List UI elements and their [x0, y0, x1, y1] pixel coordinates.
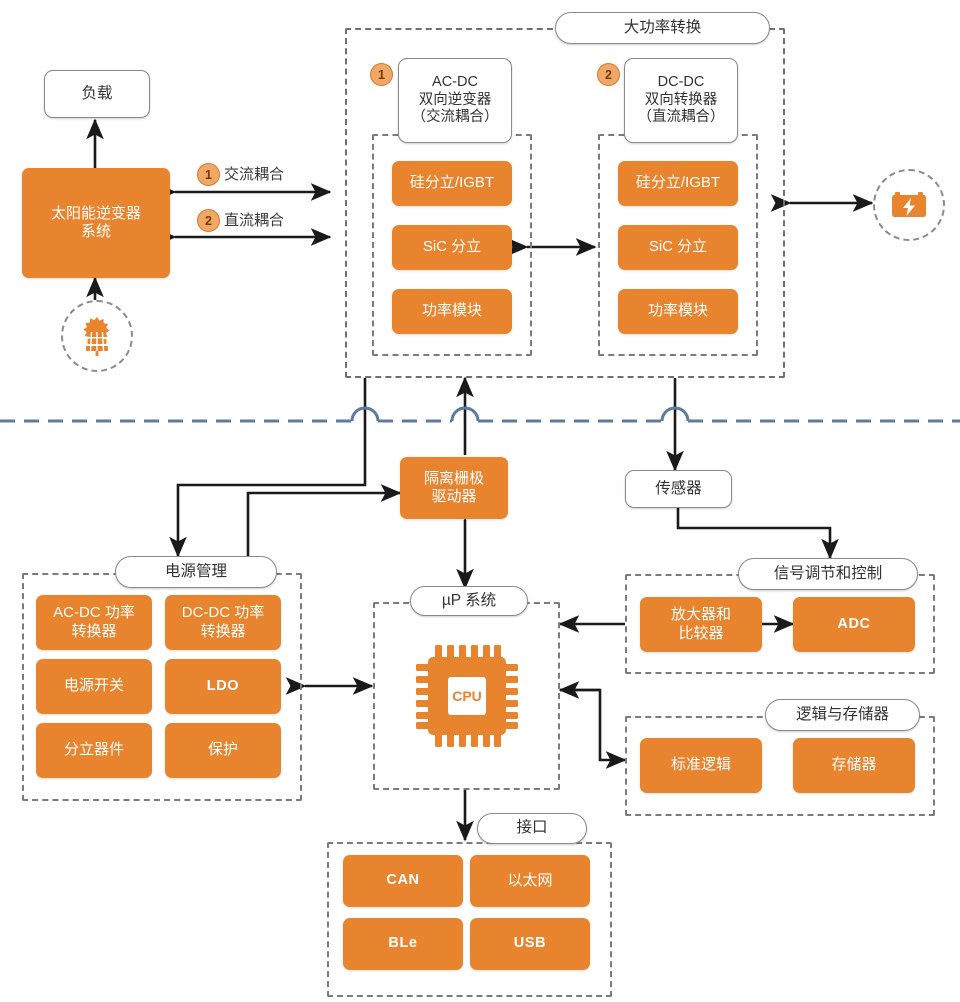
if-item-1: 以太网 — [470, 855, 590, 907]
logic-memory-caption-text: 逻辑与存储器 — [795, 705, 889, 723]
sc-item-0-l2: 比较器 — [678, 624, 724, 642]
coupling-badge-2-num: 2 — [205, 213, 212, 228]
acdc-head-2: 双向逆变器 — [418, 91, 492, 108]
hp-badge-2: 2 — [597, 63, 620, 86]
pm-item-4-l1: 分立器件 — [63, 741, 124, 759]
hp-badge-1: 1 — [370, 63, 393, 86]
gate-driver-line2: 驱动器 — [431, 488, 477, 505]
coupling-badge-1-num: 1 — [205, 167, 212, 182]
dcdc-item-0: 硅分立/IGBT — [618, 161, 738, 206]
pm-item-5-l1: 保护 — [207, 741, 238, 759]
dcdc-head-2: 双向转换器 — [644, 91, 718, 108]
pm-item-5: 保护 — [165, 723, 281, 778]
sc-item-1-l1: ADC — [837, 615, 871, 632]
diagram-canvas: 负载 太阳能逆变器 系统 1 交流耦合 2 直流耦合 大功率转换 1 AC-DC… — [0, 0, 960, 1002]
pm-item-1-l2: 转换器 — [200, 622, 246, 640]
load-label: 负载 — [81, 84, 113, 102]
if-item-2: BLe — [343, 918, 463, 970]
acdc-item-2-label: 功率模块 — [421, 302, 482, 320]
mcu-caption-text: µP 系统 — [441, 591, 497, 609]
pm-item-3-l1: LDO — [206, 677, 240, 694]
cpu-icon-wrap: CPU — [412, 636, 522, 756]
interface-caption-text: 接口 — [516, 819, 548, 837]
acdc-item-0-label: 硅分立/IGBT — [409, 174, 495, 192]
acdc-item-0: 硅分立/IGBT — [392, 161, 512, 206]
battery-icon-ring — [873, 169, 945, 241]
pm-item-0: AC-DC 功率 转换器 — [36, 595, 152, 650]
acdc-item-1: SiC 分立 — [392, 225, 512, 270]
signal-chain-caption: 信号调节和控制 — [738, 558, 918, 590]
acdc-item-2: 功率模块 — [392, 289, 512, 334]
high-power-conversion-caption: 大功率转换 — [555, 12, 770, 44]
sc-item-0: 放大器和 比较器 — [640, 597, 762, 652]
load-box: 负载 — [44, 70, 150, 118]
dcdc-item-0-label: 硅分立/IGBT — [635, 174, 721, 192]
dcdc-head-3: （直流耦合） — [637, 109, 725, 126]
solar-panel-icon — [83, 317, 110, 356]
gate-driver-line1: 隔离栅极 — [423, 469, 484, 487]
ac-coupling-label: 交流耦合 — [224, 166, 285, 183]
if-item-3: USB — [470, 918, 590, 970]
if-item-2-l1: BLe — [388, 935, 418, 952]
sc-item-0-l1: 放大器和 — [670, 606, 731, 624]
pm-item-0-l2: 转换器 — [71, 622, 117, 640]
acdc-head-3: （交流耦合） — [411, 109, 499, 126]
solar-panel-icon-ring — [61, 300, 133, 372]
if-item-0: CAN — [343, 855, 463, 907]
dcdc-item-2-label: 功率模块 — [647, 302, 708, 320]
coupling-badge-2: 2 — [197, 209, 220, 232]
sensor-label: 传感器 — [655, 479, 702, 497]
acdc-header-box: AC-DC 双向逆变器 （交流耦合） — [398, 58, 512, 143]
pm-item-2: 电源开关 — [36, 659, 152, 714]
acdc-head-1: AC-DC — [432, 73, 478, 90]
pm-item-0-l1: AC-DC 功率 — [53, 604, 135, 622]
logic-memory-caption: 逻辑与存储器 — [765, 699, 920, 731]
cpu-chip-icon: CPU — [416, 645, 518, 747]
sc-item-1: ADC — [793, 597, 915, 652]
solar-inverter-line2: 系统 — [80, 223, 111, 240]
dcdc-item-1-label: SiC 分立 — [648, 238, 708, 256]
lm-item-1: 存储器 — [793, 738, 915, 793]
lm-item-0-l1: 标准逻辑 — [670, 756, 731, 774]
lm-item-1-l1: 存储器 — [831, 756, 877, 774]
if-item-1-l1: 以太网 — [507, 871, 553, 889]
power-management-caption: 电源管理 — [115, 556, 277, 588]
hp-badge-2-num: 2 — [605, 67, 612, 82]
power-management-caption-text: 电源管理 — [164, 562, 227, 580]
dcdc-head-1: DC-DC — [657, 73, 705, 90]
battery-icon — [892, 192, 926, 217]
acdc-item-1-label: SiC 分立 — [422, 238, 482, 256]
if-item-3-l1: USB — [513, 935, 547, 952]
solar-inverter-line1: 太阳能逆变器 — [50, 204, 141, 222]
pm-item-4: 分立器件 — [36, 723, 152, 778]
high-power-conversion-caption-text: 大功率转换 — [623, 18, 702, 36]
coupling-badge-1: 1 — [197, 163, 220, 186]
pm-item-1: DC-DC 功率 转换器 — [165, 595, 281, 650]
mcu-caption: µP 系统 — [410, 586, 528, 616]
hp-badge-1-num: 1 — [378, 67, 385, 82]
signal-chain-caption-text: 信号调节和控制 — [773, 564, 883, 582]
dcdc-header-box: DC-DC 双向转换器 （直流耦合） — [624, 58, 738, 143]
pm-item-2-l1: 电源开关 — [63, 677, 124, 695]
isolated-gate-driver-box: 隔离栅极 驱动器 — [400, 457, 508, 519]
dc-coupling-label: 直流耦合 — [224, 212, 285, 229]
solar-inverter-system-box: 太阳能逆变器 系统 — [22, 168, 170, 278]
interface-caption: 接口 — [477, 813, 587, 844]
dcdc-item-2: 功率模块 — [618, 289, 738, 334]
dcdc-item-1: SiC 分立 — [618, 225, 738, 270]
pm-item-1-l1: DC-DC 功率 — [181, 604, 265, 622]
sensor-box: 传感器 — [625, 470, 732, 508]
lm-item-0: 标准逻辑 — [640, 738, 762, 793]
cpu-label: CPU — [452, 688, 482, 704]
pm-item-3: LDO — [165, 659, 281, 714]
if-item-0-l1: CAN — [386, 872, 420, 889]
